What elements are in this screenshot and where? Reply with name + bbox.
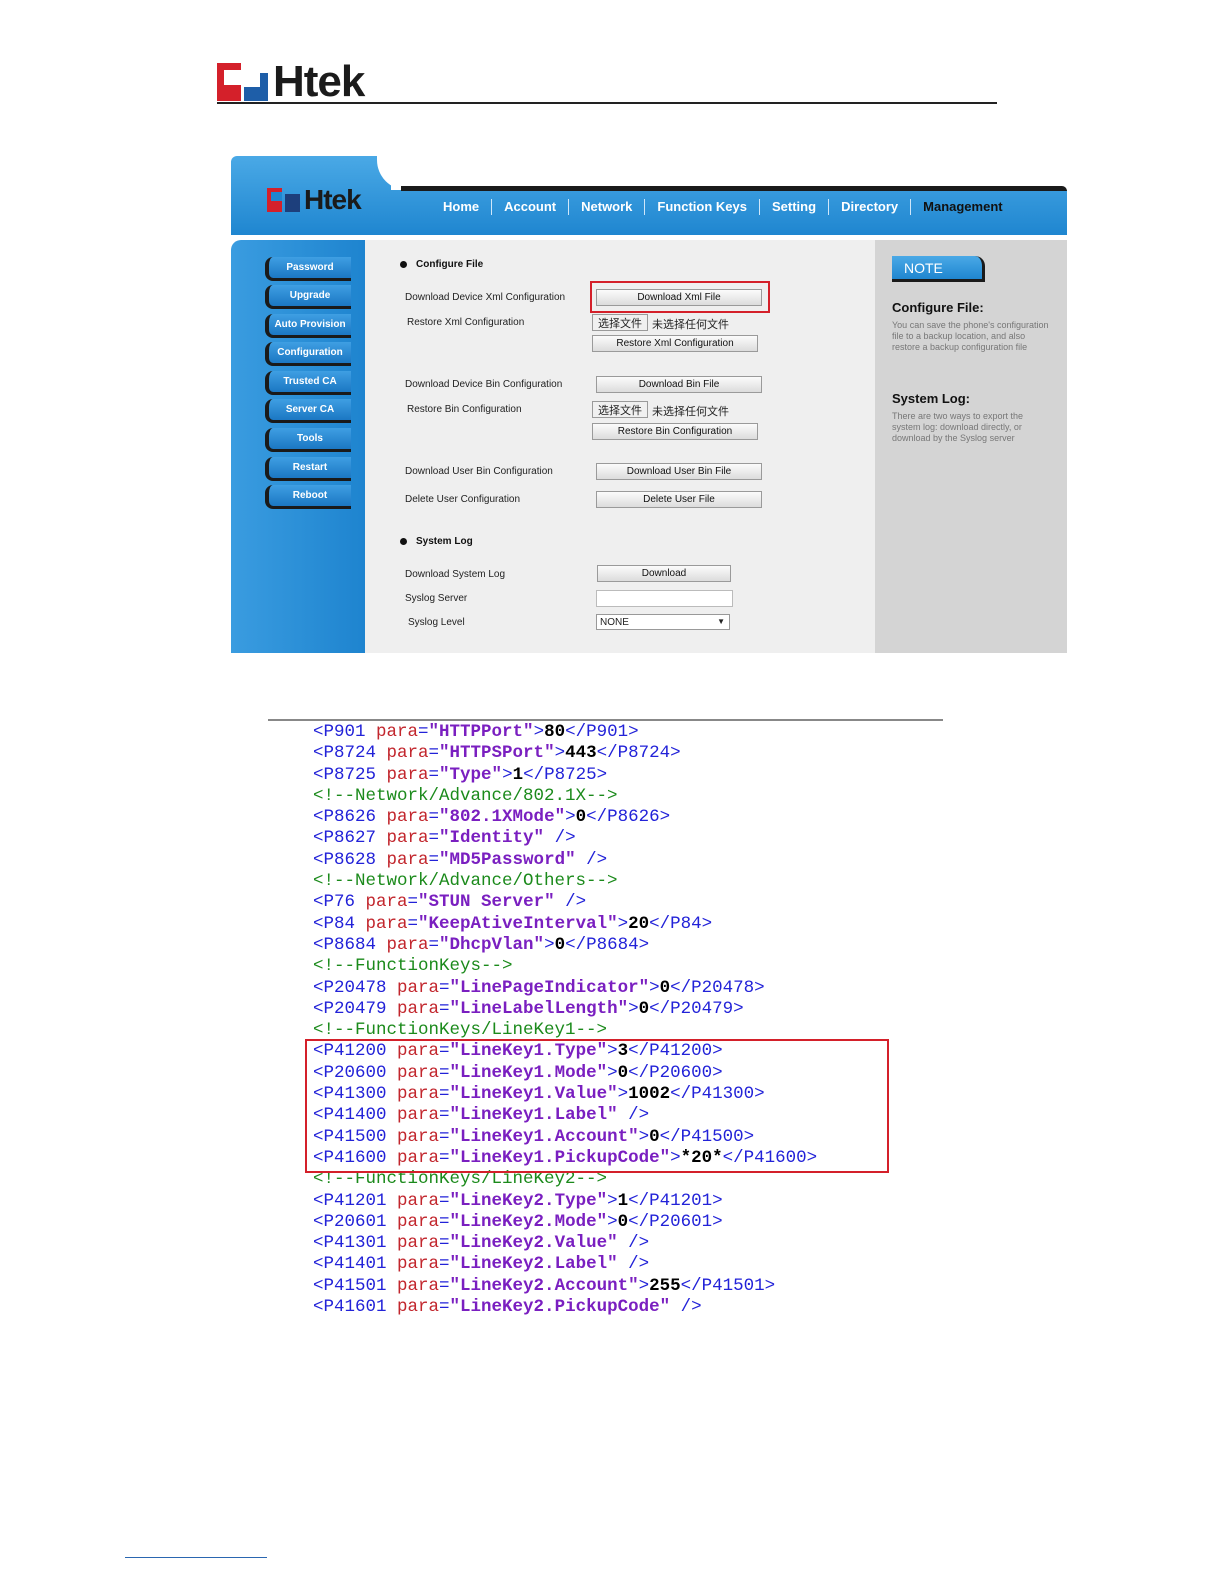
code-top-rule — [268, 719, 943, 721]
chevron-down-icon: ▼ — [717, 617, 725, 626]
xml-code-block: <P901 para="HTTPPort">80</P901> <P8724 pa… — [313, 722, 817, 1318]
delete-user-button[interactable]: Delete User File — [596, 491, 762, 508]
restore-xml-label: Restore Xml Configuration — [407, 317, 525, 328]
syslog-level-label: Syslog Level — [408, 617, 465, 628]
sidebar-item-server-ca[interactable]: Server CA — [265, 399, 351, 423]
choose-file-button-bin[interactable]: 选择文件 — [592, 401, 648, 418]
syslog-server-input[interactable] — [596, 590, 733, 607]
code-line: <P41401 para="LineKey2.Label" /> — [313, 1254, 650, 1275]
nav-management[interactable]: Management — [911, 199, 1014, 215]
top-banner: Htek Home Account Network Function Keys … — [231, 156, 1067, 235]
header-rule — [217, 102, 997, 104]
note-tab: NOTE — [892, 256, 985, 282]
htek-logo-text: Htek — [273, 57, 365, 106]
syslog-level-select[interactable]: NONE ▼ — [596, 614, 730, 630]
code-line: <P8724 para="HTTPSPort">443</P8724> — [313, 743, 681, 764]
syslog-server-label: Syslog Server — [405, 593, 468, 604]
note-system-log-heading: System Log: — [892, 391, 971, 406]
sidebar-item-restart[interactable]: Restart — [265, 457, 351, 481]
sidebar: Password Upgrade Auto Provision Configur… — [231, 240, 365, 653]
code-line: <P8684 para="DhcpVlan">0</P8684> — [313, 934, 650, 955]
nav-network[interactable]: Network — [569, 199, 646, 215]
sidebar-item-upgrade[interactable]: Upgrade — [265, 285, 351, 309]
choose-file-button[interactable]: 选择文件 — [592, 314, 648, 331]
sidebar-item-configuration[interactable]: Configuration — [265, 342, 351, 366]
note-configure-file-text: You can save the phone's configuration f… — [892, 320, 1049, 352]
code-line: <P41301 para="LineKey2.Value" /> — [313, 1233, 650, 1254]
footnote-rule — [125, 1557, 267, 1558]
download-system-log-button[interactable]: Download — [597, 565, 731, 582]
restore-bin-button[interactable]: Restore Bin Configuration — [592, 423, 758, 440]
nav-directory[interactable]: Directory — [829, 199, 912, 215]
htek-logo-mark-icon — [217, 63, 269, 101]
download-user-bin-button[interactable]: Download User Bin File — [596, 463, 762, 480]
main-content: Configure File Download Device Xml Confi… — [365, 240, 875, 653]
delete-user-label: Delete User Configuration — [405, 494, 521, 505]
code-line: <P84 para="KeepAtiveInterval">20</P84> — [313, 913, 713, 934]
highlight-box — [590, 281, 770, 313]
htek-document-logo: Htek — [217, 57, 365, 106]
code-line: <P20478 para="LinePageIndicator">0</P204… — [313, 977, 765, 998]
linekey1-highlight-box — [305, 1039, 889, 1173]
code-line: <!--FunctionKeys--> — [313, 956, 513, 977]
download-xml-label: Download Device Xml Configuration — [405, 292, 566, 303]
download-system-log-label: Download System Log — [405, 569, 506, 580]
sidebar-item-reboot[interactable]: Reboot — [265, 485, 351, 509]
download-user-bin-label: Download User Bin Configuration — [405, 466, 553, 477]
nav-function-keys[interactable]: Function Keys — [645, 199, 760, 215]
sidebar-item-trusted-ca[interactable]: Trusted CA — [265, 371, 351, 395]
code-line: <P41501 para="LineKey2.Account">255</P41… — [313, 1275, 776, 1296]
nav-home[interactable]: Home — [431, 199, 493, 215]
code-line: <!--Network/Advance/802.1X--> — [313, 785, 618, 806]
sidebar-item-password[interactable]: Password — [265, 257, 351, 281]
nav-account[interactable]: Account — [492, 199, 570, 215]
note-system-log-text: There are two ways to export the system … — [892, 411, 1024, 443]
note-configure-file-heading: Configure File: — [892, 300, 984, 315]
code-line: <P41601 para="LineKey2.PickupCode" /> — [313, 1297, 702, 1318]
download-bin-label: Download Device Bin Configuration — [405, 379, 563, 390]
restore-bin-label: Restore Bin Configuration — [407, 404, 522, 415]
code-line: <P8627 para="Identity" /> — [313, 828, 576, 849]
code-line: <P8725 para="Type">1</P8725> — [313, 764, 608, 785]
no-file-text: 未选择任何文件 — [652, 319, 729, 331]
ui-logo-mark-icon — [267, 188, 301, 212]
download-bin-button[interactable]: Download Bin File — [596, 376, 762, 393]
system-log-title: System Log — [400, 536, 473, 547]
no-file-text-bin: 未选择任何文件 — [652, 406, 729, 418]
code-line: <P20601 para="LineKey2.Mode">0</P20601> — [313, 1211, 723, 1232]
code-line: <!--Network/Advance/Others--> — [313, 871, 618, 892]
nav-setting[interactable]: Setting — [760, 199, 830, 215]
sidebar-item-auto-provision[interactable]: Auto Provision — [265, 314, 351, 338]
web-ui-screenshot: logout Htek Home Account Network Functio… — [219, 140, 1067, 653]
code-line: <P901 para="HTTPPort">80</P901> — [313, 722, 639, 742]
code-line: <P8626 para="802.1XMode">0</P8626> — [313, 807, 671, 828]
restore-xml-button[interactable]: Restore Xml Configuration — [592, 335, 758, 352]
ui-logo: Htek — [267, 184, 362, 216]
main-nav: Home Account Network Function Keys Setti… — [431, 199, 1015, 215]
note-panel: NOTE Configure File: You can save the ph… — [875, 240, 1067, 653]
configure-file-title: Configure File — [399, 259, 484, 270]
code-line: <P8628 para="MD5Password" /> — [313, 849, 608, 870]
code-line: <P20479 para="LineLabelLength">0</P20479… — [313, 998, 744, 1019]
code-line: <P41201 para="LineKey2.Type">1</P41201> — [313, 1190, 723, 1211]
code-line: <P76 para="STUN Server" /> — [313, 892, 587, 913]
sidebar-item-tools[interactable]: Tools — [265, 428, 351, 452]
